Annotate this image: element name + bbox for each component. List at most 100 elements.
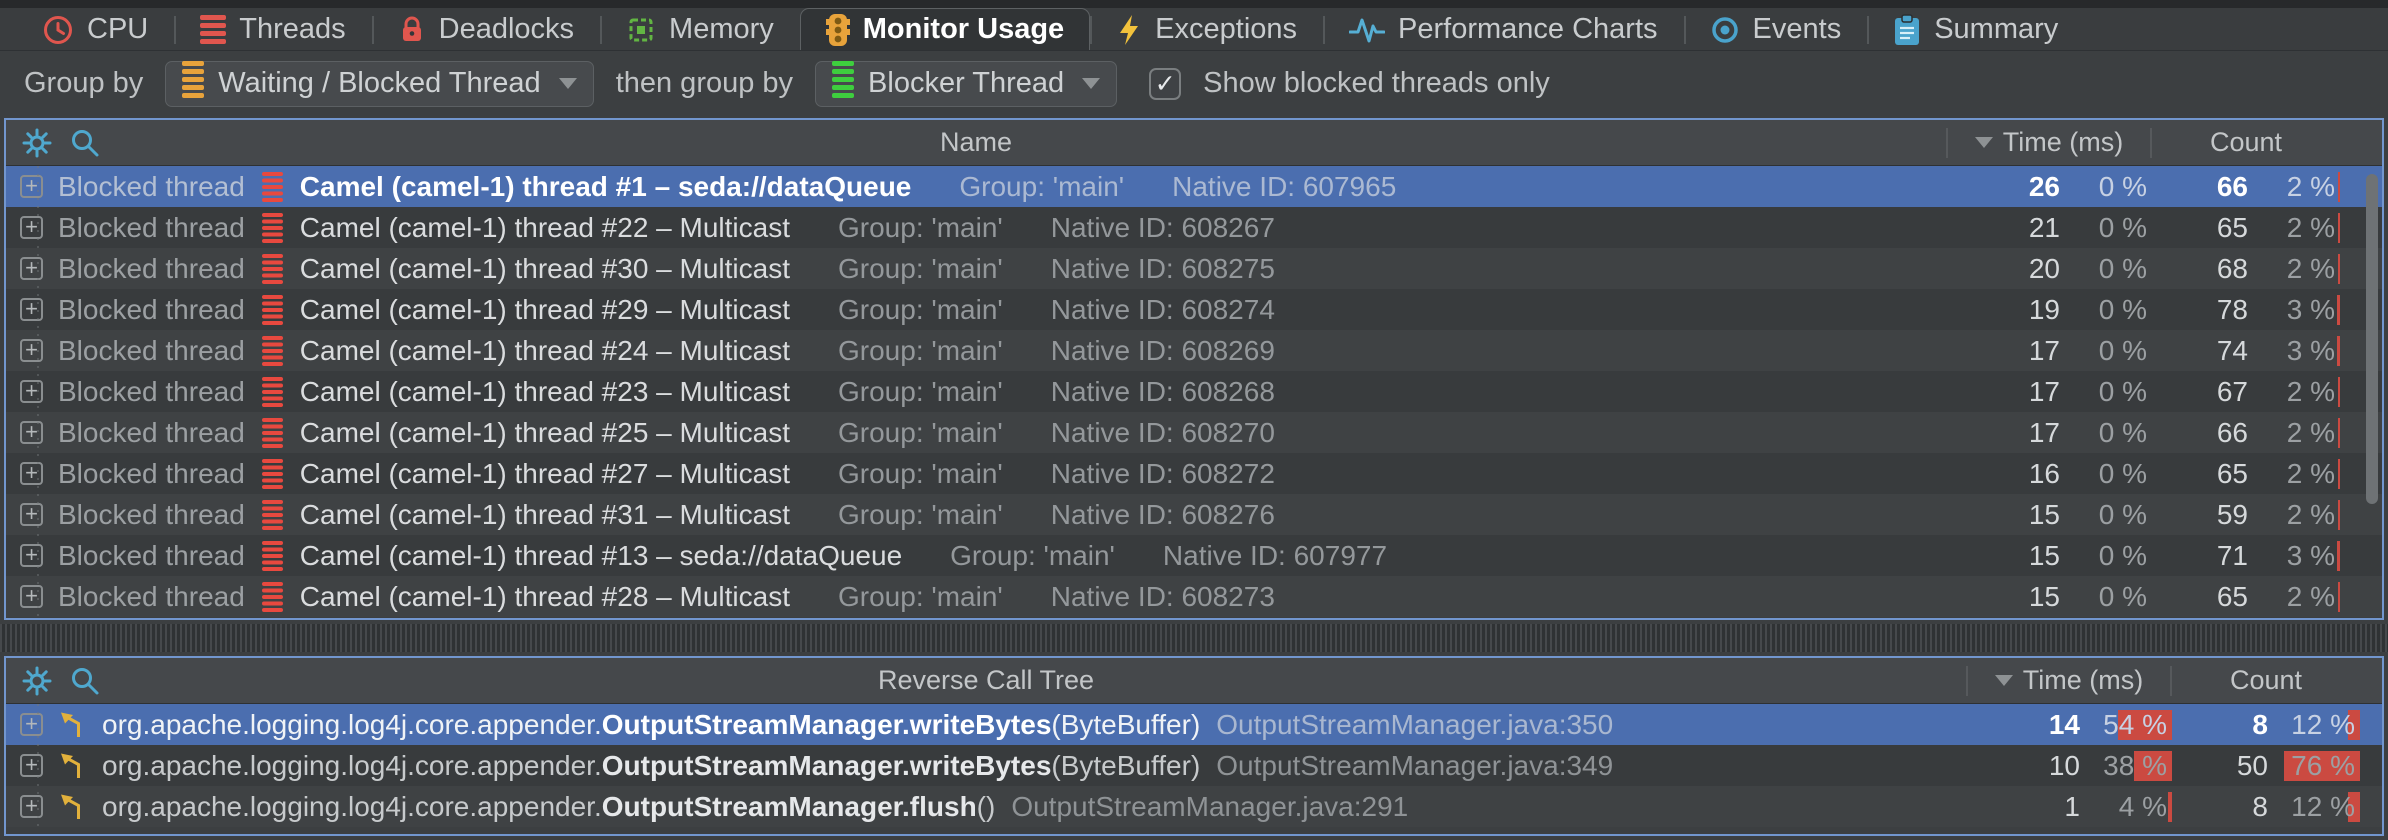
thread-group: Group: 'main' (838, 458, 1003, 490)
count-column-header[interactable]: Count (2152, 127, 2340, 158)
thread-row[interactable]: +Blocked threadCamel (camel-1) thread #3… (6, 248, 2382, 289)
thread-row[interactable]: +Blocked threadCamel (camel-1) thread #2… (6, 412, 2382, 453)
thread-state-label: Blocked thread (58, 171, 245, 203)
thread-state-label: Blocked thread (58, 581, 245, 613)
thread-row[interactable]: +Blocked threadCamel (camel-1) thread #2… (6, 576, 2382, 617)
tab-cpu[interactable]: CPU (16, 8, 174, 50)
chevron-down-icon (1082, 78, 1100, 89)
search-icon[interactable] (70, 128, 100, 158)
count-value: 71 (2152, 540, 2248, 572)
thread-row-name-cell: +Blocked threadCamel (camel-1) thread #2… (6, 581, 1950, 613)
thread-group: Group: 'main' (959, 171, 1124, 203)
thread-row[interactable]: +Blocked threadCamel (camel-1) thread #1… (6, 166, 2382, 207)
count-percent-label: 3 % (2287, 540, 2340, 571)
waiting-blocked-thread-icon (182, 61, 204, 106)
settings-gear-icon[interactable] (22, 128, 52, 158)
time-value: 26 (1950, 171, 2060, 203)
call-tree-row[interactable]: + org.apache.logging.log4j.core.appender.… (6, 745, 2382, 786)
expand-icon[interactable]: + (20, 754, 43, 777)
profiler-tab-bar: CPUThreads Deadlocks MemoryMonitor UsageEx… (0, 0, 2388, 50)
expand-icon[interactable]: + (20, 585, 43, 608)
settings-gear-icon[interactable] (22, 666, 52, 696)
time-value: 15 (1950, 499, 2060, 531)
time-percent: 38 % (2080, 750, 2172, 782)
tab-summary[interactable]: Summary (1867, 8, 2084, 50)
count-column-header[interactable]: Count (2172, 665, 2360, 696)
thread-row[interactable]: +Blocked threadCamel (camel-1) thread #3… (6, 494, 2382, 535)
time-percent: 4 % (2080, 791, 2172, 823)
thread-row[interactable]: +Blocked threadCamel (camel-1) thread #2… (6, 207, 2382, 248)
count-percent-label: 2 % (2287, 458, 2340, 489)
tab-threads[interactable]: Threads (174, 8, 371, 50)
time-column-header[interactable]: Time (ms) (1968, 665, 2170, 696)
thread-state-icon (262, 172, 283, 202)
expand-icon[interactable]: + (20, 544, 43, 567)
thread-native-id: Native ID: 608276 (1051, 499, 1275, 531)
expand-icon[interactable]: + (20, 713, 43, 736)
count-value: 59 (2152, 499, 2248, 531)
tab-deadlocks[interactable]: Deadlocks (372, 8, 600, 50)
time-percent-label: 0 % (2099, 171, 2152, 202)
tab-label: Deadlocks (439, 13, 574, 46)
count-value: 50 (2172, 750, 2268, 782)
blocker-thread-icon (832, 61, 854, 106)
thread-row[interactable]: +Blocked threadCamel (camel-1) thread #2… (6, 453, 2382, 494)
thread-name: Camel (camel-1) thread #24 – Multicast (300, 335, 790, 367)
expand-icon[interactable]: + (20, 298, 43, 321)
group-by-primary-select[interactable]: Waiting / Blocked Thread (165, 61, 593, 107)
count-percent: 2 % (2248, 253, 2340, 285)
panel-splitter[interactable] (0, 624, 2388, 652)
expand-icon[interactable]: + (20, 380, 43, 403)
expand-icon[interactable]: + (20, 339, 43, 362)
search-icon[interactable] (70, 666, 100, 696)
method-arrow-icon (58, 710, 88, 740)
expand-icon[interactable]: + (20, 795, 43, 818)
expand-icon[interactable]: + (20, 421, 43, 444)
count-percent-label: 12 % (2291, 709, 2360, 740)
count-percent: 2 % (2248, 458, 2340, 490)
tab-memory[interactable]: Memory (600, 8, 800, 50)
count-value: 65 (2152, 581, 2248, 613)
tab-events[interactable]: Events (1684, 8, 1868, 50)
thread-row[interactable]: +Blocked threadCamel (camel-1) thread #2… (6, 289, 2382, 330)
group-by-secondary-select[interactable]: Blocker Thread (815, 61, 1117, 107)
expand-icon[interactable]: + (20, 462, 43, 485)
time-column-header[interactable]: Time (ms) (1948, 127, 2150, 158)
blocked-threads-table-panel: Name Time (ms) Count +Blocked threadCame… (4, 118, 2384, 620)
thread-group: Group: 'main' (950, 540, 1115, 572)
expand-icon[interactable]: + (20, 503, 43, 526)
time-percent: 0 % (2060, 499, 2152, 531)
expand-icon[interactable]: + (20, 175, 43, 198)
thread-state-icon (262, 459, 283, 489)
tab-performance-charts[interactable]: Performance Charts (1323, 8, 1684, 50)
method-arrow-icon (58, 792, 88, 822)
expand-icon[interactable]: + (20, 257, 43, 280)
thread-row[interactable]: +Blocked threadCamel (camel-1) thread #2… (6, 330, 2382, 371)
thread-row[interactable]: +Blocked threadCamel (camel-1) thread #2… (6, 371, 2382, 412)
count-percent: 2 % (2248, 581, 2340, 613)
scrollbar-thumb[interactable] (2366, 174, 2378, 504)
time-value: 15 (1950, 540, 2060, 572)
method-signature: org.apache.logging.log4j.core.appender.O… (102, 750, 1200, 782)
thread-group: Group: 'main' (838, 212, 1003, 244)
traffic-light-icon (826, 13, 850, 47)
clipboard-icon (1893, 14, 1921, 46)
thread-row[interactable]: +Blocked threadCamel (camel-1) thread #1… (6, 535, 2382, 576)
thread-state-label: Blocked thread (58, 540, 245, 572)
show-blocked-threads-checkbox[interactable]: ✓ (1149, 68, 1181, 100)
count-percent: 2 % (2248, 376, 2340, 408)
tab-monitor-usage[interactable]: Monitor Usage (800, 8, 1090, 50)
expand-icon[interactable]: + (20, 216, 43, 239)
tab-exceptions[interactable]: Exceptions (1090, 8, 1323, 50)
call-tree-row[interactable]: +org.apache.logging.log4j.core.appender.… (6, 704, 2382, 745)
thread-native-id: Native ID: 608270 (1051, 417, 1275, 449)
thread-group: Group: 'main' (838, 581, 1003, 613)
time-percent: 0 % (2060, 212, 2152, 244)
count-percent-label: 2 % (2287, 171, 2340, 202)
tab-label: Summary (1934, 13, 2058, 46)
thread-state-label: Blocked thread (58, 499, 245, 531)
thread-native-id: Native ID: 608267 (1051, 212, 1275, 244)
call-tree-row[interactable]: +org.apache.logging.log4j.core.appender.… (6, 786, 2382, 827)
time-percent: 0 % (2060, 171, 2152, 203)
name-column-header[interactable]: Name (6, 127, 1946, 158)
